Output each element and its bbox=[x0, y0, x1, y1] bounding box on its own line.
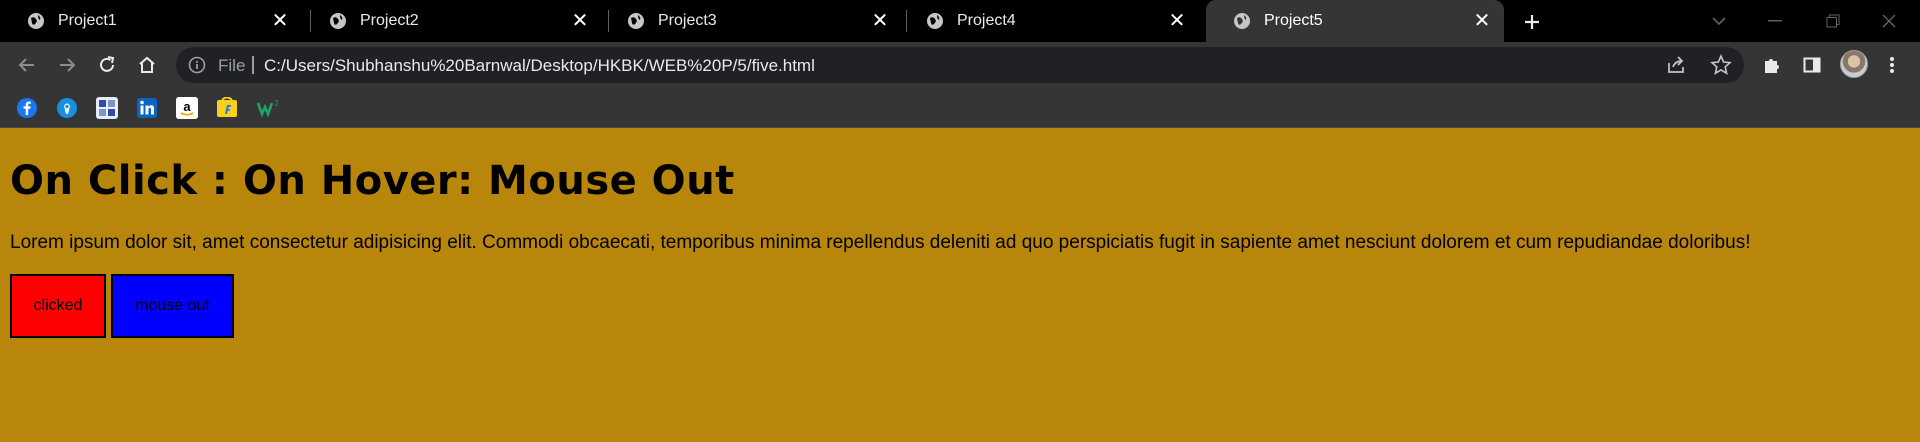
reload-icon bbox=[100, 56, 115, 72]
forward-button[interactable] bbox=[53, 51, 81, 79]
url-text[interactable]: C:/Users/Shubhanshu%20Barnwal/Desktop/HK… bbox=[264, 56, 815, 76]
bookmark-3[interactable] bbox=[96, 97, 118, 119]
tab-project4[interactable]: Project4 ✕ bbox=[899, 0, 1199, 42]
star-icon[interactable] bbox=[1710, 54, 1732, 76]
svg-text:a: a bbox=[183, 99, 191, 114]
bookmark-amazon[interactable]: a bbox=[176, 97, 198, 119]
flipkart-icon bbox=[217, 97, 237, 117]
page-heading: On Click : On Hover: Mouse Out bbox=[10, 158, 735, 204]
linkedin-icon bbox=[137, 98, 157, 118]
side-panel-icon bbox=[1803, 57, 1821, 73]
chevron-down-icon bbox=[1712, 17, 1726, 26]
home-button[interactable] bbox=[133, 51, 161, 79]
tab-title: Project3 bbox=[658, 12, 717, 29]
tab-close-icon[interactable]: ✕ bbox=[570, 11, 590, 31]
globe-icon bbox=[28, 13, 44, 29]
tab-title: Project4 bbox=[957, 12, 1016, 29]
clicked-button[interactable]: clicked bbox=[10, 274, 106, 338]
tab-strip: Project1 ✕ Project2 ✕ Project3 ✕ Project… bbox=[0, 0, 1920, 42]
home-icon bbox=[139, 56, 155, 73]
w-logo-icon: 3 bbox=[256, 99, 279, 118]
bookmark-linkedin[interactable] bbox=[136, 97, 158, 119]
mouse-out-button[interactable]: mouse out bbox=[111, 274, 234, 338]
facebook-icon bbox=[17, 98, 37, 118]
back-button[interactable] bbox=[13, 51, 41, 79]
puzzle-icon bbox=[1765, 59, 1779, 73]
restore-button[interactable] bbox=[1810, 0, 1856, 42]
globe-blue-icon bbox=[57, 98, 77, 118]
globe-icon bbox=[927, 13, 943, 29]
info-icon[interactable] bbox=[188, 56, 206, 74]
tab-close-icon[interactable]: ✕ bbox=[270, 11, 290, 31]
side-panel-button[interactable] bbox=[1798, 51, 1826, 79]
share-icon[interactable] bbox=[1666, 55, 1686, 75]
tab-project5[interactable]: Project5 ✕ bbox=[1206, 0, 1504, 42]
reload-button[interactable] bbox=[93, 51, 121, 79]
tab-project3[interactable]: Project3 ✕ bbox=[600, 0, 902, 42]
minimize-icon bbox=[1768, 20, 1782, 22]
address-bar[interactable]: File C:/Users/Shubhanshu%20Barnwal/Deskt… bbox=[176, 47, 1744, 83]
globe-icon bbox=[330, 13, 346, 29]
tab-title: Project1 bbox=[58, 12, 117, 29]
page-content: On Click : On Hover: Mouse Out Lorem ips… bbox=[0, 128, 1920, 442]
globe-icon bbox=[628, 13, 644, 29]
image-icon bbox=[97, 98, 117, 118]
tab-search-button[interactable] bbox=[1696, 0, 1742, 42]
new-tab-button[interactable] bbox=[1518, 8, 1546, 36]
browser-toolbar: File C:/Users/Shubhanshu%20Barnwal/Deskt… bbox=[0, 42, 1920, 88]
kebab-menu-icon bbox=[1890, 57, 1894, 73]
profile-avatar[interactable] bbox=[1840, 50, 1868, 78]
amazon-icon: a bbox=[176, 97, 198, 119]
url-divider bbox=[252, 56, 254, 74]
tab-title: Project2 bbox=[360, 12, 419, 29]
tab-title: Project5 bbox=[1264, 12, 1323, 29]
bookmark-2[interactable] bbox=[56, 97, 78, 119]
url-scheme-label: File bbox=[218, 56, 246, 75]
menu-button[interactable] bbox=[1878, 51, 1906, 79]
bookmark-flipkart[interactable] bbox=[216, 97, 238, 119]
restore-icon bbox=[1826, 14, 1840, 28]
tab-project2[interactable]: Project2 ✕ bbox=[302, 0, 602, 42]
bookmarks-bar: a 3 bbox=[0, 88, 1920, 128]
arrow-left-icon bbox=[18, 58, 34, 72]
extensions-button[interactable] bbox=[1758, 51, 1786, 79]
minimize-button[interactable] bbox=[1752, 0, 1798, 42]
tab-close-icon[interactable]: ✕ bbox=[870, 11, 890, 31]
close-window-button[interactable] bbox=[1866, 0, 1912, 42]
close-icon bbox=[1882, 14, 1896, 28]
tab-close-icon[interactable]: ✕ bbox=[1167, 11, 1187, 31]
bookmark-facebook[interactable] bbox=[16, 97, 38, 119]
tab-close-icon[interactable]: ✕ bbox=[1472, 11, 1492, 31]
globe-icon bbox=[1234, 13, 1250, 29]
bookmark-7[interactable]: 3 bbox=[256, 97, 278, 119]
page-paragraph: Lorem ipsum dolor sit, amet consectetur … bbox=[10, 232, 1751, 253]
tab-project1[interactable]: Project1 ✕ bbox=[0, 0, 302, 42]
svg-text:3: 3 bbox=[275, 99, 279, 108]
arrow-right-icon bbox=[60, 58, 76, 72]
plus-icon bbox=[1525, 15, 1539, 29]
